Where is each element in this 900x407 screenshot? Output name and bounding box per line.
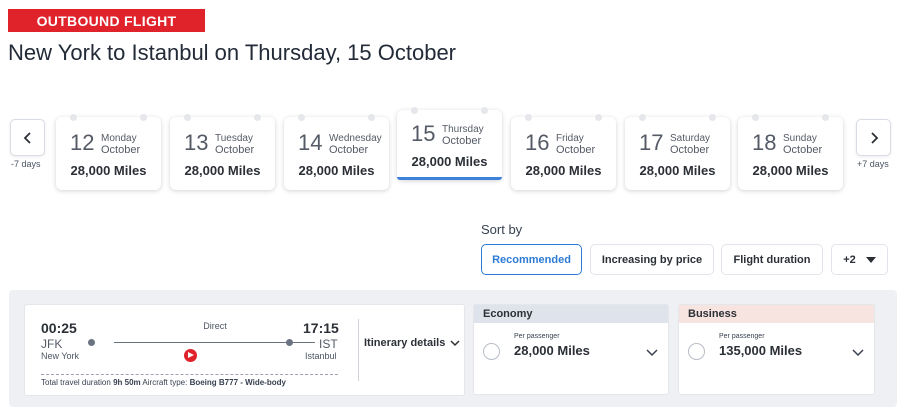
previous-week-label: -7 days	[11, 159, 41, 169]
dashed-divider	[41, 374, 338, 375]
business-radio[interactable]	[688, 343, 705, 360]
economy-fare-option[interactable]: Economy Per passenger 28,000 Miles	[473, 304, 669, 395]
day-number: 12	[70, 130, 95, 155]
travel-info: Total travel duration 9h 50m Aircraft ty…	[41, 378, 286, 387]
date-card-17[interactable]: 17 Saturday October 28,000 Miles	[625, 114, 730, 190]
ticket-notch	[709, 114, 716, 121]
previous-week-button[interactable]	[10, 119, 45, 156]
month: October	[670, 144, 710, 156]
date-card-12[interactable]: 12 Monday October 28,000 Miles	[56, 114, 161, 190]
date-miles: 28,000 Miles	[184, 163, 261, 178]
route-line	[114, 342, 315, 343]
month: October	[442, 135, 482, 147]
chevron-left-icon	[23, 131, 31, 144]
aircraft-value: Boeing B777 - Wide-body	[189, 378, 286, 387]
ticket-notch	[525, 114, 532, 121]
ticket-notch	[140, 114, 147, 121]
itinerary-details-link[interactable]: Itinerary details	[364, 337, 460, 349]
weekday: Wednesday	[329, 133, 382, 144]
sort-by-label: Sort by	[481, 222, 523, 237]
ticket-notch	[822, 114, 829, 121]
month: October	[329, 144, 369, 156]
day-number: 17	[639, 130, 664, 155]
chevron-down-icon	[450, 340, 460, 347]
month: October	[215, 144, 255, 156]
departure-city: New York	[41, 351, 80, 361]
more-sort-options-button[interactable]: +2	[831, 244, 888, 275]
departure-time: 00:25	[41, 320, 77, 336]
date-miles: 28,000 Miles	[525, 163, 602, 178]
date-card-16[interactable]: 16 Friday October 28,000 Miles	[511, 114, 616, 190]
airline-logo-icon	[184, 349, 197, 362]
ticket-notch	[595, 114, 602, 121]
outbound-flight-badge: OUTBOUND FLIGHT	[8, 9, 205, 32]
stops-label: Direct	[203, 321, 227, 331]
itinerary-details-label: Itinerary details	[364, 337, 446, 349]
next-week-label: +7 days	[857, 159, 889, 169]
chevron-down-icon[interactable]	[646, 348, 658, 357]
weekday: Friday	[556, 133, 584, 144]
aircraft-label: Aircraft type:	[142, 378, 188, 387]
destination-dot	[286, 339, 293, 346]
day-number: 15	[411, 121, 436, 146]
sort-duration-button[interactable]: Flight duration	[721, 244, 823, 275]
day-number: 14	[298, 130, 323, 155]
economy-radio[interactable]	[483, 343, 500, 360]
date-card-15-selected[interactable]: 15 Thursday October 28,000 Miles	[397, 107, 502, 180]
business-miles: 135,000 Miles	[719, 343, 803, 358]
date-miles: 28,000 Miles	[639, 163, 716, 178]
weekday: Saturday	[670, 133, 711, 144]
business-fare-option[interactable]: Business Per passenger 135,000 Miles	[678, 304, 875, 395]
duration-label: Total travel duration	[41, 378, 111, 387]
ticket-notch	[481, 107, 488, 114]
economy-header: Economy	[474, 305, 668, 323]
day-number: 13	[184, 130, 209, 155]
caret-down-icon	[865, 256, 876, 263]
weekday: Thursday	[442, 124, 484, 135]
page-title: New York to Istanbul on Thursday, 15 Oct…	[8, 40, 457, 65]
selected-indicator	[397, 177, 502, 180]
vertical-divider	[358, 319, 359, 381]
arrival-city: Istanbul	[305, 351, 337, 361]
month: October	[783, 144, 823, 156]
arrival-airport-code: IST	[319, 337, 338, 351]
weekday: Sunday	[783, 133, 817, 144]
chevron-down-icon[interactable]	[852, 348, 864, 357]
day-number: 18	[752, 130, 777, 155]
per-passenger-label: Per passenger	[719, 333, 765, 340]
date-miles: 28,000 Miles	[752, 163, 829, 178]
sort-price-button[interactable]: Increasing by price	[590, 244, 714, 275]
more-sort-count: +2	[843, 253, 856, 266]
ticket-notch	[639, 114, 646, 121]
day-number: 16	[525, 130, 550, 155]
ticket-notch	[411, 107, 418, 114]
chevron-right-icon	[870, 131, 878, 144]
month: October	[556, 144, 596, 156]
ticket-notch	[752, 114, 759, 121]
ticket-notch	[368, 114, 375, 121]
date-miles: 28,000 Miles	[411, 154, 488, 169]
duration-value: 9h 50m	[113, 378, 141, 387]
next-week-button[interactable]	[856, 119, 891, 156]
month: October	[101, 144, 141, 156]
ticket-notch	[254, 114, 261, 121]
date-card-14[interactable]: 14 Wednesday October 28,000 Miles	[284, 114, 389, 190]
date-miles: 28,000 Miles	[298, 163, 375, 178]
weekday: Monday	[101, 133, 137, 144]
origin-dot	[88, 339, 95, 346]
weekday: Tuesday	[215, 133, 253, 144]
date-card-13[interactable]: 13 Tuesday October 28,000 Miles	[170, 114, 275, 190]
date-miles: 28,000 Miles	[70, 163, 147, 178]
date-card-18[interactable]: 18 Sunday October 28,000 Miles	[738, 114, 843, 190]
economy-miles: 28,000 Miles	[514, 343, 590, 358]
per-passenger-label: Per passenger	[514, 333, 560, 340]
ticket-notch	[70, 114, 77, 121]
ticket-notch	[184, 114, 191, 121]
arrival-time: 17:15	[303, 320, 339, 336]
business-header: Business	[679, 305, 874, 323]
flight-summary-card: 00:25 JFK New York Direct 17:15 IST Ista…	[24, 304, 465, 396]
ticket-notch	[298, 114, 305, 121]
sort-recommended-button[interactable]: Recommended	[481, 244, 582, 275]
departure-airport-code: JFK	[41, 337, 63, 351]
